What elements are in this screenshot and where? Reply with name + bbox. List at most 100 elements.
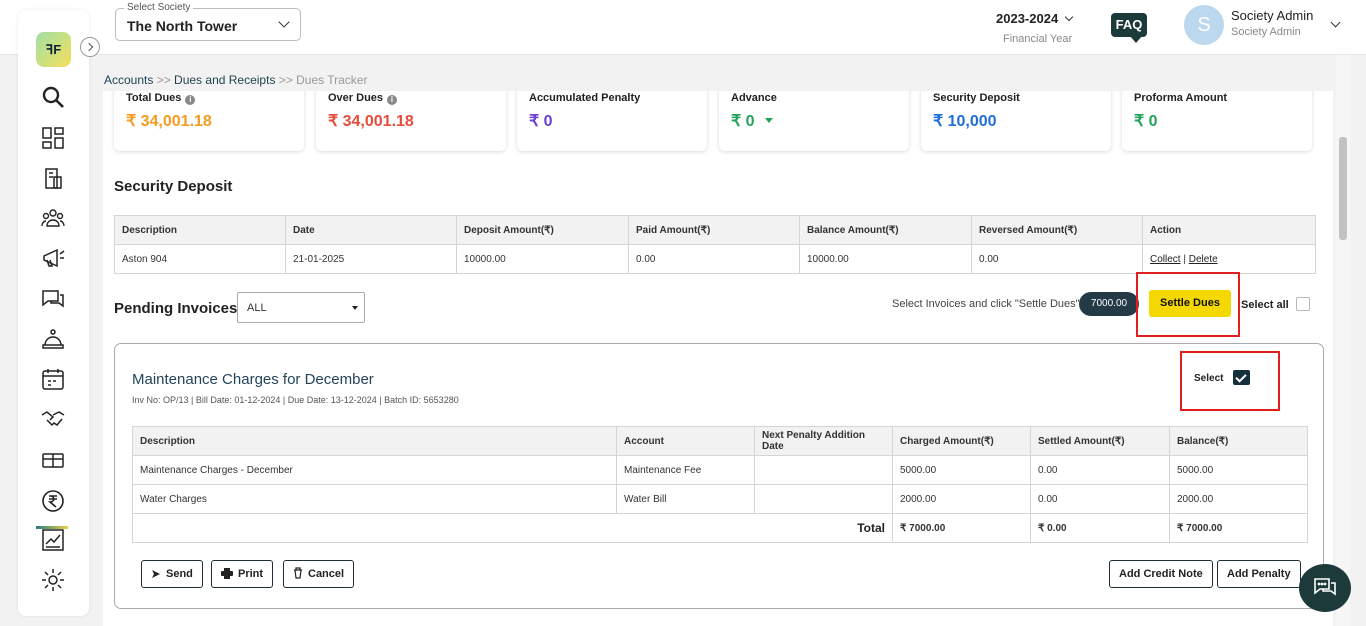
building-icon[interactable] — [40, 165, 66, 191]
invoice-filter-select[interactable]: ALL — [237, 292, 365, 323]
chat-support-button[interactable] — [1299, 564, 1351, 612]
breadcrumb-dues-receipts[interactable]: Dues and Receipts — [174, 73, 275, 87]
stat-security-deposit: Security Deposit ₹ 10,000 — [921, 91, 1111, 151]
total-label: Total — [132, 513, 893, 543]
cell-next-penalty — [754, 455, 893, 485]
cell-balance: 2000.00 — [1169, 484, 1308, 514]
total-charged: ₹ 7000.00 — [892, 513, 1031, 543]
column-header: Paid Amount(₹) — [628, 215, 800, 245]
add-penalty-button[interactable]: Add Penalty — [1217, 560, 1301, 588]
breadcrumb-current: Dues Tracker — [296, 73, 368, 87]
column-header: Description — [132, 426, 617, 456]
cancel-label: Cancel — [308, 568, 345, 580]
cancel-button[interactable]: Cancel — [283, 560, 355, 588]
chat-icon[interactable] — [40, 286, 66, 312]
cell-deposit: 10000.00 — [456, 244, 629, 274]
column-header: Deposit Amount(₹) — [456, 215, 629, 245]
cell-description: Aston 904 — [114, 244, 286, 274]
calendar-icon[interactable] — [40, 366, 66, 392]
column-header: Date — [285, 215, 457, 245]
print-label: Print — [238, 568, 264, 580]
dashboard-icon[interactable] — [40, 125, 66, 151]
column-header: Description — [114, 215, 286, 245]
security-deposit-title: Security Deposit — [114, 178, 233, 195]
selected-amount-badge: 7000.00 — [1079, 292, 1139, 316]
send-label: Send — [166, 568, 193, 580]
total-settled: ₹ 0.00 — [1030, 513, 1170, 543]
add-credit-note-button[interactable]: Add Credit Note — [1109, 560, 1213, 588]
stat-title: Security Deposit — [933, 92, 1020, 104]
send-button[interactable]: Send — [141, 560, 203, 588]
cell-account: Water Bill — [616, 484, 755, 514]
society-select[interactable]: Select Society The North Tower — [115, 2, 301, 41]
chat-bubble-icon — [1314, 578, 1336, 596]
invoice-filter-value: ALL — [247, 302, 267, 314]
financial-year-label: Financial Year — [1003, 33, 1073, 45]
reports-icon[interactable] — [40, 527, 66, 553]
society-select-value: The North Tower — [127, 18, 238, 34]
stat-over-dues: Over Dues i ₹ 34,001.18 — [316, 91, 506, 151]
info-icon[interactable]: i — [185, 95, 196, 105]
table-row: Water Charges Water Bill 2000.00 0.00 20… — [132, 484, 1308, 514]
table-header-row: Description Date Deposit Amount(₹) Paid … — [114, 215, 1316, 245]
user-role: Society Admin — [1231, 26, 1301, 38]
rupee-icon[interactable] — [40, 488, 66, 514]
settings-icon[interactable] — [40, 567, 66, 593]
invoice-title: Maintenance Charges for December — [132, 371, 374, 388]
info-icon[interactable]: i — [387, 95, 398, 105]
invoice-items-table: Description Account Next Penalty Additio… — [132, 426, 1308, 543]
cell-description: Maintenance Charges - December — [132, 455, 617, 485]
breadcrumb-accounts[interactable]: Accounts — [104, 73, 153, 87]
stat-accumulated-penalty: Accumulated Penalty ₹ 0 — [517, 91, 707, 151]
action-separator: | — [1183, 253, 1186, 265]
stat-title: Accumulated Penalty — [529, 92, 641, 104]
stat-value: ₹ 10,000 — [933, 113, 997, 130]
search-icon[interactable] — [40, 84, 66, 110]
total-balance: ₹ 7000.00 — [1169, 513, 1308, 543]
breadcrumb: Accounts >> Dues and Receipts >> Dues Tr… — [104, 73, 367, 87]
user-menu-chevron-icon[interactable] — [1330, 17, 1341, 28]
members-icon[interactable] — [40, 205, 66, 231]
scrollbar[interactable] — [1336, 55, 1350, 626]
column-header: Balance(₹) — [1169, 426, 1308, 456]
collect-link[interactable]: Collect — [1150, 254, 1181, 265]
cell-next-penalty — [754, 484, 893, 514]
table-header-row: Description Account Next Penalty Additio… — [132, 426, 1308, 456]
table-total-row: Total ₹ 7000.00 ₹ 0.00 ₹ 7000.00 — [132, 513, 1308, 543]
stat-value: ₹ 0 — [731, 113, 755, 130]
highlight-box — [1136, 272, 1240, 337]
delete-link[interactable]: Delete — [1189, 254, 1218, 265]
cell-settled: 0.00 — [1030, 455, 1170, 485]
cell-balance: 10000.00 — [799, 244, 972, 274]
printer-icon — [221, 568, 233, 579]
select-all-checkbox[interactable] — [1296, 297, 1310, 311]
cell-paid: 0.00 — [628, 244, 800, 274]
app-logo[interactable]: ꟻF — [36, 32, 71, 67]
faq-button[interactable]: FAQ — [1111, 13, 1147, 43]
print-button[interactable]: Print — [211, 560, 274, 588]
stat-total-dues: Total Dues i ₹ 34,001.18 — [114, 91, 304, 151]
top-bar: Select Society The North Tower 2023-2024… — [0, 0, 1366, 55]
chevron-down-icon — [1064, 12, 1074, 22]
helpdesk-icon[interactable] — [40, 326, 66, 352]
handshake-icon[interactable] — [40, 406, 66, 432]
stat-title: Proforma Amount — [1134, 92, 1228, 104]
financial-year-select[interactable]: 2023-2024 — [996, 11, 1074, 26]
stat-value: ₹ 34,001.18 — [126, 113, 212, 130]
column-header: Account — [616, 426, 755, 456]
sidebar-toggle-button[interactable] — [80, 37, 100, 57]
stat-value: ₹ 0 — [529, 113, 553, 130]
cell-action: Collect | Delete — [1142, 244, 1316, 274]
avatar[interactable]: S — [1184, 5, 1224, 45]
facility-icon[interactable] — [40, 447, 66, 473]
cell-balance: 5000.00 — [1169, 455, 1308, 485]
table-row: Aston 904 21-01-2025 10000.00 0.00 10000… — [114, 244, 1316, 274]
society-select-label: Select Society — [124, 2, 194, 13]
highlight-box — [1180, 351, 1280, 411]
stat-proforma-amount: Proforma Amount ₹ 0 — [1122, 91, 1312, 151]
scrollbar-thumb[interactable] — [1339, 137, 1347, 240]
breadcrumb-separator: >> — [275, 73, 297, 87]
announcement-icon[interactable] — [40, 245, 66, 271]
caret-down-icon[interactable] — [764, 118, 773, 123]
user-name[interactable]: Society Admin — [1231, 8, 1313, 23]
